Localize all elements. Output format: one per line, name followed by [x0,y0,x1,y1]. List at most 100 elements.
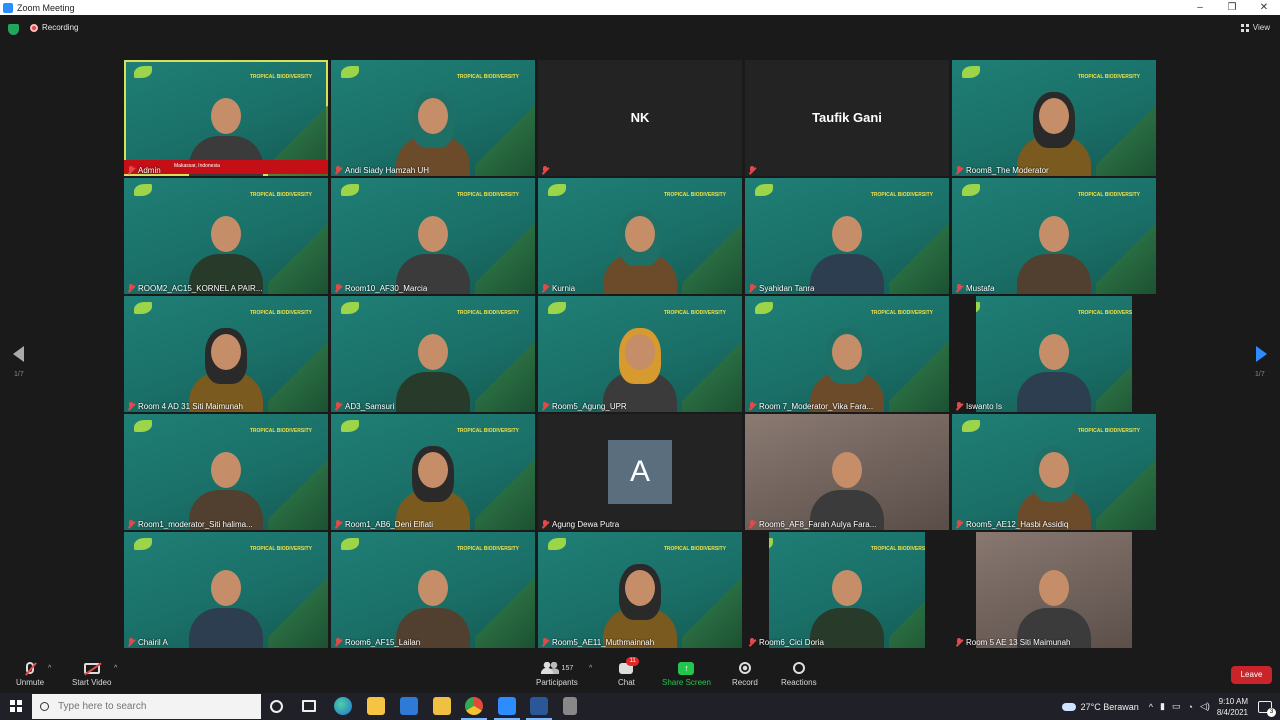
background-event-text: TROPICAL BIODIVERSITY [870,192,933,198]
taskbar-search-box[interactable] [32,694,261,719]
minimize-button[interactable]: – [1184,0,1216,15]
background-mountain [1096,106,1156,176]
participant-name: ROOM2_AC15_KORNEL A PAIR... [138,284,263,293]
participant-tile[interactable]: TROPICAL BIODIVERSITY Mustafa [952,178,1156,294]
virtual-background-banner [548,184,566,196]
participant-tile[interactable]: TROPICAL BIODIVERSITY Room6_Cici Doria [745,532,949,648]
virtual-background-banner [548,302,566,314]
encryption-shield-icon[interactable] [8,24,19,35]
participant-tile[interactable]: TROPICAL BIODIVERSITY Room5_AE12_Hasbi As… [952,414,1156,530]
participant-tile[interactable]: Room 5 AE 13 Siti Maimunah [952,532,1156,648]
video-options-chevron-icon[interactable]: ^ [114,665,117,672]
letterbox-bar [745,532,769,648]
network-icon[interactable]: ◔ [1188,702,1193,712]
participant-tile[interactable]: TROPICAL BIODIVERSITY Room1_AB6_Deni Elfi… [331,414,535,530]
participant-tile[interactable]: TROPICAL BIODIVERSITY Room6_AF15_Lailan [331,532,535,648]
participant-name: Room6_AF8_Farah Aulya Fara... [759,520,877,529]
participant-tile[interactable]: TROPICAL BIODIVERSITY Room10_AF30_Marcia [331,178,535,294]
participant-tile[interactable]: TROPICAL BIODIVERSITY Room 4 AD 31 Siti M… [124,296,328,412]
share-screen-button[interactable]: ↑ Share Screen [662,661,711,687]
zoom-taskbar-icon[interactable] [494,697,520,720]
participant-tile[interactable]: TROPICAL BIODIVERSITY Kurnia [538,178,742,294]
chat-button[interactable]: 11 Chat [618,657,639,687]
background-mountain [889,224,949,294]
grid-view-icon [1240,23,1249,32]
mail-icon[interactable] [400,697,418,715]
leave-button[interactable]: Leave [1231,666,1272,684]
close-button[interactable]: ✕ [1248,0,1280,15]
participant-tile[interactable]: TROPICAL BIODIVERSITY Room5_Agung_UPR [538,296,742,412]
recording-indicator[interactable]: Recording [30,23,78,32]
background-mountain [1096,224,1156,294]
word-icon[interactable] [526,697,552,720]
participant-tile[interactable]: TROPICAL BIODIVERSITY ROOM2_AC15_KORNEL A… [124,178,328,294]
participant-name: Room 7_Moderator_Vika Fara... [759,402,874,411]
unmute-button[interactable]: Unmute [16,661,44,687]
share-screen-arrow-icon: ↑ [678,661,695,675]
participant-tile[interactable]: NK [538,60,742,176]
letterbox-bar [925,532,949,648]
edge-browser-icon[interactable] [334,697,352,715]
microphone-tray-icon[interactable]: ▮ [1160,701,1165,712]
participant-caption: Agung Dewa Putra [541,520,619,529]
reactions-button[interactable]: Reactions [781,661,817,687]
taskbar-search-input[interactable] [58,701,238,712]
participant-tile[interactable]: TROPICAL BIODIVERSITY Iswanto Is [952,296,1156,412]
participant-tile[interactable]: TROPICAL BIODIVERSITY Room 7_Moderator_Vi… [745,296,949,412]
restore-button[interactable]: ❐ [1216,0,1248,15]
audio-options-chevron-icon[interactable]: ^ [48,665,51,672]
weather-widget[interactable]: 27°C Berawan [1061,702,1139,712]
app-icon[interactable] [563,697,577,715]
view-label: View [1252,23,1270,32]
participant-tile[interactable]: TROPICAL BIODIVERSITY Room1_moderator_Sit… [124,414,328,530]
notification-center-icon[interactable]: 3 [1258,700,1276,717]
participant-tile[interactable]: TROPICAL BIODIVERSITY Room8_The Moderator [952,60,1156,176]
battery-icon[interactable]: ▭ [1172,701,1181,712]
participant-tile[interactable]: TROPICAL BIODIVERSITY AD3_Samsuri [331,296,535,412]
next-page-arrow-icon[interactable] [1256,346,1267,362]
participants-button[interactable]: 157 Participants [536,661,578,687]
record-button[interactable]: Record [732,661,758,687]
background-mountain [475,460,535,530]
location-text: Makassar, Indonesia [174,163,220,169]
participant-tile[interactable]: Room6_AF8_Farah Aulya Fara... [745,414,949,530]
cortana-icon[interactable] [270,700,283,713]
participant-tile[interactable]: TROPICAL BIODIVERSITY Syahidan Tanra [745,178,949,294]
muted-mic-icon [127,166,135,175]
previous-page-arrow-icon[interactable] [13,346,24,362]
participant-video-person [603,562,677,648]
participant-tile[interactable]: TROPICAL BIODIVERSITY Makassar, Indonesia… [124,60,328,176]
volume-icon[interactable]: ◁) [1200,701,1210,712]
participant-name: Admin [138,166,161,175]
participants-chevron-icon[interactable]: ^ [589,665,592,672]
muted-mic-icon [955,402,963,411]
participant-name: Room5_AE11_Muthmainnah [552,638,655,647]
chrome-icon[interactable] [461,697,487,720]
task-view-icon[interactable] [302,700,316,712]
participant-tile[interactable]: TROPICAL BIODIVERSITY Room5_AE11_Muthmain… [538,532,742,648]
participant-name: Room1_AB6_Deni Elfiati [345,520,434,529]
participant-name: AD3_Samsuri [345,402,395,411]
tray-chevron-icon[interactable]: ^ [1149,702,1153,712]
background-event-text: TROPICAL BIODIVERSITY [249,192,312,198]
start-video-button[interactable]: Start Video [72,661,111,687]
participant-tile[interactable]: TROPICAL BIODIVERSITY Chairil A [124,532,328,648]
participant-caption: Room 4 AD 31 Siti Maimunah [127,402,243,411]
file-explorer-icon[interactable] [433,697,451,715]
share-screen-label: Share Screen [662,678,711,687]
windows-start-icon[interactable] [10,700,22,712]
participant-tile[interactable]: TROPICAL BIODIVERSITY Andi Siady Hamzah U… [331,60,535,176]
participant-tile[interactable]: Taufik Gani [745,60,949,176]
participant-tile[interactable]: A Agung Dewa Putra [538,414,742,530]
taskbar-clock[interactable]: 9:10 AM 8/4/2021 [1217,696,1248,718]
window-title: Zoom Meeting [17,2,75,13]
participants-icon [540,662,559,674]
muted-mic-icon [748,402,756,411]
view-button[interactable]: View [1240,23,1270,32]
background-event-text: TROPICAL BIODIVERSITY [1077,428,1140,434]
background-mountain [682,342,742,412]
background-event-text: TROPICAL BIODIVERSITY [456,310,519,316]
microsoft-store-icon[interactable] [367,697,385,715]
participant-caption: Room10_AF30_Marcia [334,284,427,293]
muted-mic-icon [541,520,549,529]
